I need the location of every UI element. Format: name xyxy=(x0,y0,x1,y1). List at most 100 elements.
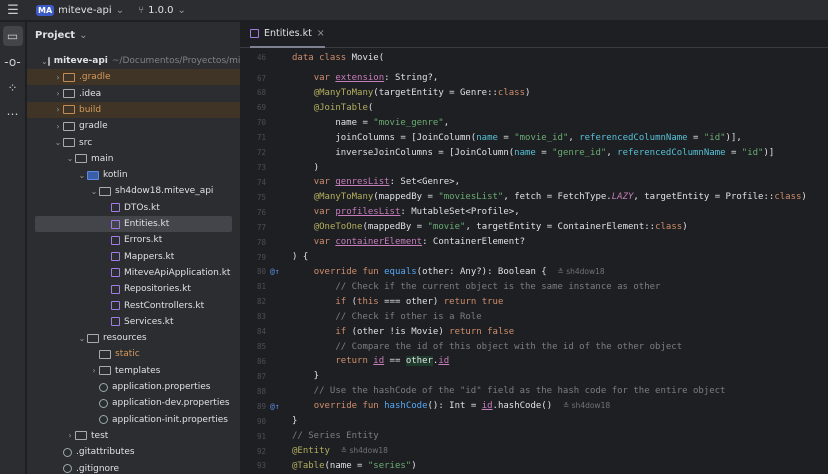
tree-item[interactable]: .gitattributes xyxy=(27,444,240,460)
tab-label: Entities.kt xyxy=(264,28,312,39)
code-token: , targetEntity = ContainerElement:: xyxy=(465,222,656,233)
code-token: , xyxy=(568,132,580,143)
chevron-right-icon[interactable]: › xyxy=(65,431,75,440)
code-line: 46 data class Movie( xyxy=(240,50,828,65)
tree-item[interactable]: DTOs.kt xyxy=(27,200,240,216)
line-number: 92 xyxy=(256,446,266,456)
folder-icon xyxy=(63,121,75,131)
chevron-down-icon[interactable]: ⌄ xyxy=(89,187,99,196)
code-token: "movie_id" xyxy=(514,132,569,143)
project-folder-icon[interactable]: ▭ xyxy=(2,26,23,46)
chevron-down-icon[interactable]: ⌄ xyxy=(53,138,63,147)
code-token: class xyxy=(655,222,683,233)
code-token: (other !is Movie) xyxy=(351,326,450,337)
code-line: 88 // Use the hashCode of the "id" field… xyxy=(240,384,828,399)
project-panel-header[interactable]: Project ⌄ xyxy=(27,22,240,48)
code-token: name = xyxy=(292,117,374,128)
chevron-right-icon[interactable]: › xyxy=(53,89,63,98)
line-number: 76 xyxy=(256,207,266,217)
code-token: referencedColumnName xyxy=(579,132,688,143)
override-gutter-icon[interactable]: @↑ xyxy=(270,267,288,276)
chevron-right-icon[interactable]: › xyxy=(53,122,63,131)
tree-item-label: .gradle xyxy=(79,72,111,83)
code-token: (mappedBy = xyxy=(373,192,439,203)
project-switcher[interactable]: miteve-api xyxy=(58,5,112,16)
code-token: , targetEntity = Profile:: xyxy=(633,192,775,203)
chevron-down-icon[interactable]: ⌄ xyxy=(116,5,124,16)
code-token: (targetEntity = Genre:: xyxy=(373,87,498,98)
chevron-down-icon[interactable]: ⌄ xyxy=(41,57,48,66)
tree-item[interactable]: ⌄ kotlin xyxy=(27,167,240,183)
main-menu-icon[interactable]: ☰ xyxy=(0,3,26,18)
tree-item[interactable]: › .gradle xyxy=(27,69,240,86)
tree-item[interactable]: Mappers.kt xyxy=(27,249,240,265)
tree-item[interactable]: application-init.properties xyxy=(27,412,240,428)
code-token: // Series Entity xyxy=(292,431,379,442)
tree-item[interactable]: ⌄ miteve-api~/Documentos/Proyectos/miteve… xyxy=(27,53,240,69)
code-token: referencedColumnName xyxy=(617,147,726,158)
tree-item[interactable]: › .idea xyxy=(27,86,240,102)
chevron-right-icon[interactable]: › xyxy=(89,366,99,375)
code-line: 91 // Series Entity xyxy=(240,429,828,444)
tree-item[interactable]: application.properties xyxy=(27,379,240,395)
code-token: @Entity xyxy=(292,446,330,456)
chevron-down-icon[interactable]: ⌄ xyxy=(79,30,87,41)
close-icon[interactable]: × xyxy=(317,28,325,39)
tab-entities-kt[interactable]: Entities.kt × xyxy=(250,22,325,48)
tree-item[interactable]: › test xyxy=(27,428,240,444)
tree-item[interactable]: RestControllers.kt xyxy=(27,298,240,314)
code-token: return false xyxy=(449,326,515,337)
tree-item[interactable]: .gitignore xyxy=(27,461,240,474)
chevron-down-icon[interactable]: ⌄ xyxy=(77,171,87,180)
file-icon xyxy=(99,415,108,425)
tree-item[interactable]: application-dev.properties xyxy=(27,395,240,411)
tree-item[interactable]: › templates xyxy=(27,363,240,379)
tree-item[interactable]: › build xyxy=(27,101,240,118)
tree-item[interactable]: ⌄ sh4dow18.miteve_api xyxy=(27,183,240,199)
line-number: 77 xyxy=(256,222,266,232)
commit-icon[interactable]: -o- xyxy=(3,52,23,72)
tree-item[interactable]: static xyxy=(27,346,240,362)
chevron-right-icon[interactable]: › xyxy=(53,73,63,82)
tree-item[interactable]: Services.kt xyxy=(27,314,240,330)
folder-icon xyxy=(63,72,75,82)
folder-icon xyxy=(87,333,99,343)
code-token: Movie( xyxy=(351,52,385,63)
code-token: data class xyxy=(292,52,352,63)
file-icon xyxy=(63,447,72,457)
chevron-down-icon[interactable]: ⌄ xyxy=(65,154,75,163)
tree-item[interactable]: Entities.kt xyxy=(35,216,232,232)
tree-item[interactable]: Repositories.kt xyxy=(27,281,240,297)
tree-item[interactable]: ⌄ main xyxy=(27,151,240,167)
tree-item[interactable]: › gradle xyxy=(27,118,240,134)
code-token: var xyxy=(313,73,336,83)
more-icon[interactable]: ⋯ xyxy=(3,104,23,124)
tree-item[interactable]: MiteveApiApplication.kt xyxy=(27,265,240,281)
chevron-down-icon[interactable]: ⌄ xyxy=(77,334,87,343)
code-token: @ManyToMany xyxy=(313,192,374,203)
code-line: 71 joinColumns = [JoinColumn(name = "mov… xyxy=(240,130,828,145)
folder-icon xyxy=(63,89,75,99)
chevron-down-icon[interactable]: ⌄ xyxy=(178,5,186,16)
override-gutter-icon[interactable]: @↑ xyxy=(270,402,288,411)
tree-item[interactable]: ⌄ resources xyxy=(27,330,240,346)
code-line: 90} xyxy=(240,414,828,429)
line-number: 93 xyxy=(256,461,266,471)
code-token: } xyxy=(292,371,320,382)
code-token: name xyxy=(476,132,498,143)
branch-switcher[interactable]: 1.0.0 xyxy=(148,5,173,16)
line-number: 86 xyxy=(256,356,266,366)
code-token: joinColumns = [JoinColumn( xyxy=(292,132,477,143)
chevron-right-icon[interactable]: › xyxy=(53,105,63,114)
tree-item[interactable]: Errors.kt xyxy=(27,232,240,248)
structure-icon[interactable]: ⁘ xyxy=(3,78,23,98)
tree-item-label: RestControllers.kt xyxy=(124,300,205,311)
code-token: === other) xyxy=(378,296,444,307)
code-token: LAZY xyxy=(611,192,634,203)
code-token: // Compare the id of this object with th… xyxy=(292,341,683,352)
tree-item[interactable]: ⌄ src xyxy=(27,135,240,151)
tree-item-label: application-dev.properties xyxy=(112,398,230,409)
tree-item-label: Entities.kt xyxy=(124,219,170,229)
